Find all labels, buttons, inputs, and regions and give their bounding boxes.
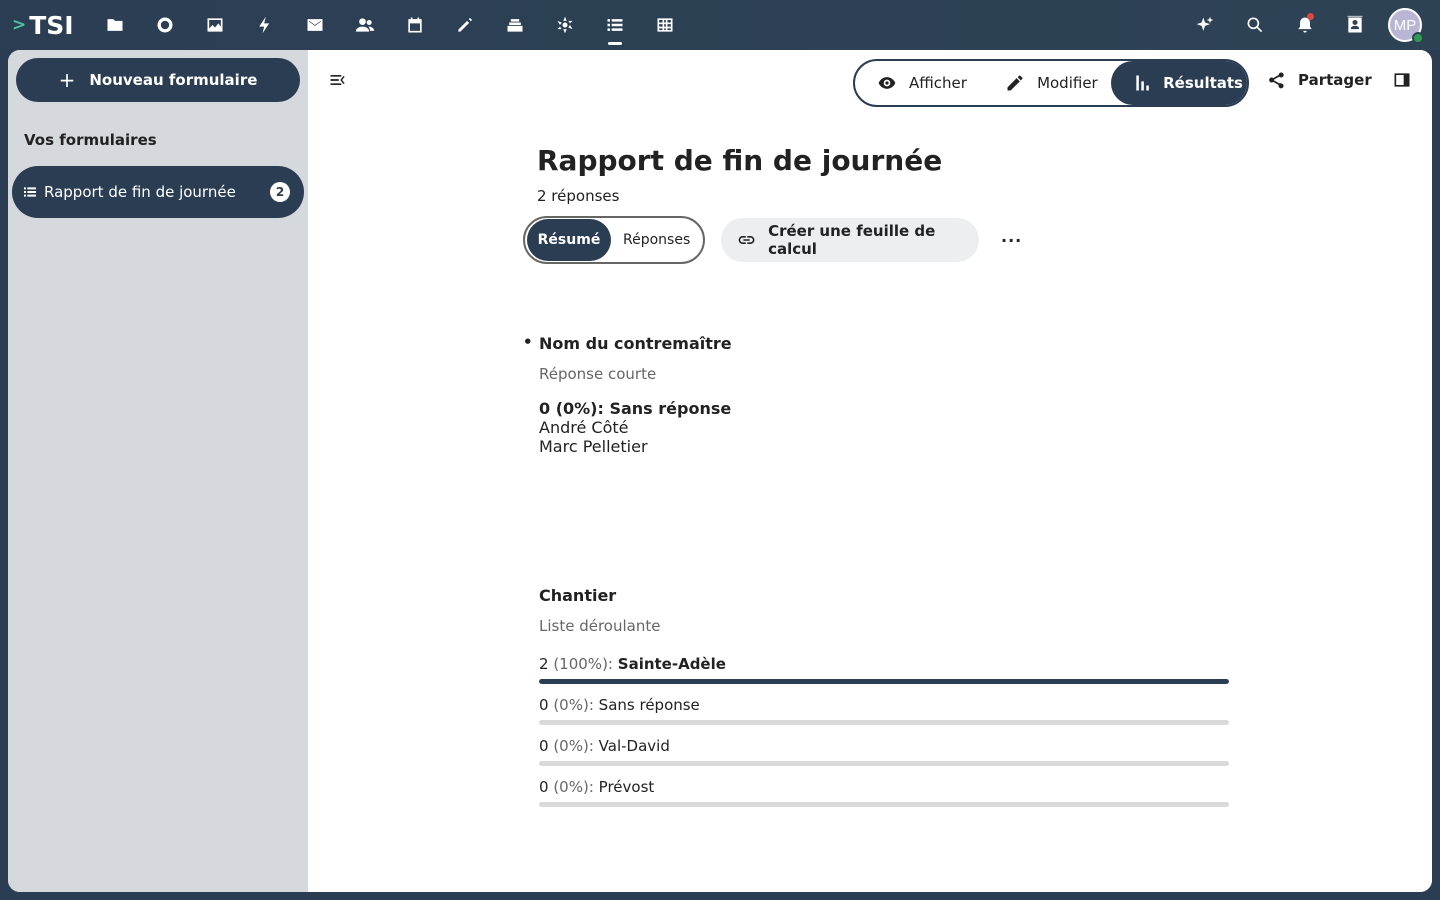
mail-icon[interactable]	[300, 10, 330, 40]
response-count: 2 réponses	[537, 187, 620, 205]
calendar-icon[interactable]	[400, 10, 430, 40]
tab-summary[interactable]: Résumé	[527, 219, 611, 261]
view-switch: Afficher Modifier Résultats	[853, 59, 1249, 107]
deck-icon[interactable]	[500, 10, 530, 40]
option-name: Sainte-Adèle	[617, 655, 726, 673]
forms-icon[interactable]	[600, 10, 630, 45]
option-label: 0 (0%): Val-David	[539, 737, 1239, 755]
bar-chart-icon	[1136, 75, 1149, 91]
notes-icon[interactable]	[450, 10, 480, 40]
answer-item: 0 (0%): Sans réponse	[539, 399, 1239, 418]
more-actions-icon[interactable]: ···	[1001, 231, 1022, 250]
top-right-actions: MP	[1172, 8, 1424, 44]
form-list-icon	[22, 184, 38, 200]
new-form-button[interactable]: + Nouveau formulaire	[16, 58, 300, 102]
user-avatar[interactable]: MP	[1388, 8, 1424, 44]
answer-item: André Côté	[539, 418, 1239, 437]
notification-dot	[1307, 13, 1314, 20]
view-button-label: Afficher	[909, 74, 967, 92]
avatar-initials: MP	[1393, 16, 1417, 34]
link-icon	[738, 236, 755, 244]
tab-responses[interactable]: Réponses	[623, 232, 690, 248]
response-count-badge: 2	[270, 182, 290, 202]
option-name: Sans réponse	[598, 696, 700, 714]
option-bar-track	[539, 679, 1229, 684]
option-result: 0 (0%): Sans réponse	[539, 696, 1239, 725]
create-spreadsheet-button[interactable]: Créer une feuille de calcul	[721, 218, 979, 262]
plus-icon: +	[58, 68, 76, 92]
option-label: 2 (100%): Sainte-Adèle	[539, 655, 1239, 673]
create-spreadsheet-label: Créer une feuille de calcul	[768, 222, 936, 258]
toggle-navigation-icon[interactable]	[328, 70, 348, 90]
question-summary: Nom du contremaître Réponse courte 0 (0%…	[539, 334, 1239, 456]
main-content: Afficher Modifier Résultats Partager Rap…	[308, 50, 1432, 892]
forms-section-title: Vos formulaires	[24, 131, 157, 149]
circle-icon[interactable]	[150, 10, 180, 40]
app-container: + Nouveau formulaire Vos formulaires Rap…	[8, 50, 1432, 892]
tables-icon[interactable]	[650, 10, 680, 40]
question-type: Liste déroulante	[539, 617, 661, 635]
share-button-label: Partager	[1298, 71, 1372, 89]
logo-chevron: >	[12, 15, 27, 35]
option-bar-track	[539, 802, 1229, 807]
top-bar: > TSI MP	[0, 0, 1440, 50]
option-count: 0	[539, 696, 549, 714]
edit-button[interactable]: Modifier	[985, 61, 1109, 105]
question-summary: Chantier Liste déroulante 2 (100%): Sain…	[539, 586, 1239, 807]
contacts-menu-icon[interactable]	[1338, 8, 1372, 42]
form-title: Rapport de fin de journée	[537, 144, 943, 177]
files-icon[interactable]	[100, 10, 130, 40]
option-percent: (100%):	[553, 655, 613, 673]
logo-text: TSI	[29, 10, 74, 40]
view-button[interactable]: Afficher	[855, 61, 981, 105]
option-count: 2	[539, 655, 549, 673]
pencil-icon	[1007, 75, 1023, 91]
edit-button-label: Modifier	[1037, 74, 1098, 92]
photos-icon[interactable]	[200, 10, 230, 40]
toggle-sidebar-icon[interactable]	[1392, 70, 1412, 90]
app-navigation: + Nouveau formulaire Vos formulaires Rap…	[8, 50, 308, 892]
assistant-sparkle-icon[interactable]	[1188, 8, 1222, 42]
option-bar-track	[539, 720, 1229, 725]
option-count: 0	[539, 778, 549, 796]
notifications-bell-icon[interactable]	[1288, 8, 1322, 42]
answer-item: Marc Pelletier	[539, 437, 1239, 456]
results-content: Rapport de fin de journée 2 réponses Rés…	[523, 144, 1237, 807]
eye-icon	[878, 77, 896, 89]
option-percent: (0%):	[553, 737, 594, 755]
new-form-label: Nouveau formulaire	[89, 71, 258, 89]
results-toolbar: Résumé Réponses Créer une feuille de cal…	[523, 216, 1022, 264]
share-button[interactable]: Partager	[1266, 70, 1372, 90]
option-name: Prévost	[598, 778, 655, 796]
activity-icon[interactable]	[250, 10, 280, 40]
option-name: Val-David	[598, 737, 670, 755]
option-count: 0	[539, 737, 549, 755]
search-icon[interactable]	[1238, 8, 1272, 42]
option-label: 0 (0%): Prévost	[539, 778, 1239, 796]
option-result: 0 (0%): Val-David	[539, 737, 1239, 766]
contacts-icon[interactable]	[350, 10, 380, 40]
app-menu	[100, 10, 700, 45]
option-label: 0 (0%): Sans réponse	[539, 696, 1239, 714]
app-logo[interactable]: > TSI	[12, 10, 74, 40]
option-result: 2 (100%): Sainte-Adèle	[539, 655, 1239, 684]
share-icon	[1269, 72, 1284, 89]
question-title: Chantier	[539, 586, 617, 605]
option-percent: (0%):	[553, 778, 594, 796]
question-title: Nom du contremaître	[539, 334, 732, 353]
results-subtabs: Résumé Réponses	[523, 216, 705, 264]
online-status-icon	[1412, 32, 1424, 44]
option-bar-track	[539, 761, 1229, 766]
results-button-label: Résultats	[1163, 74, 1243, 92]
option-result: 0 (0%): Prévost	[539, 778, 1239, 807]
option-bar-fill	[539, 679, 1229, 684]
option-percent: (0%):	[553, 696, 594, 714]
results-button[interactable]: Résultats	[1111, 61, 1247, 105]
integration-icon[interactable]	[550, 10, 580, 40]
sidebar-item-label: Rapport de fin de journée	[44, 183, 236, 201]
sidebar-item-form[interactable]: Rapport de fin de journée 2	[12, 166, 304, 218]
question-type: Réponse courte	[539, 365, 657, 383]
